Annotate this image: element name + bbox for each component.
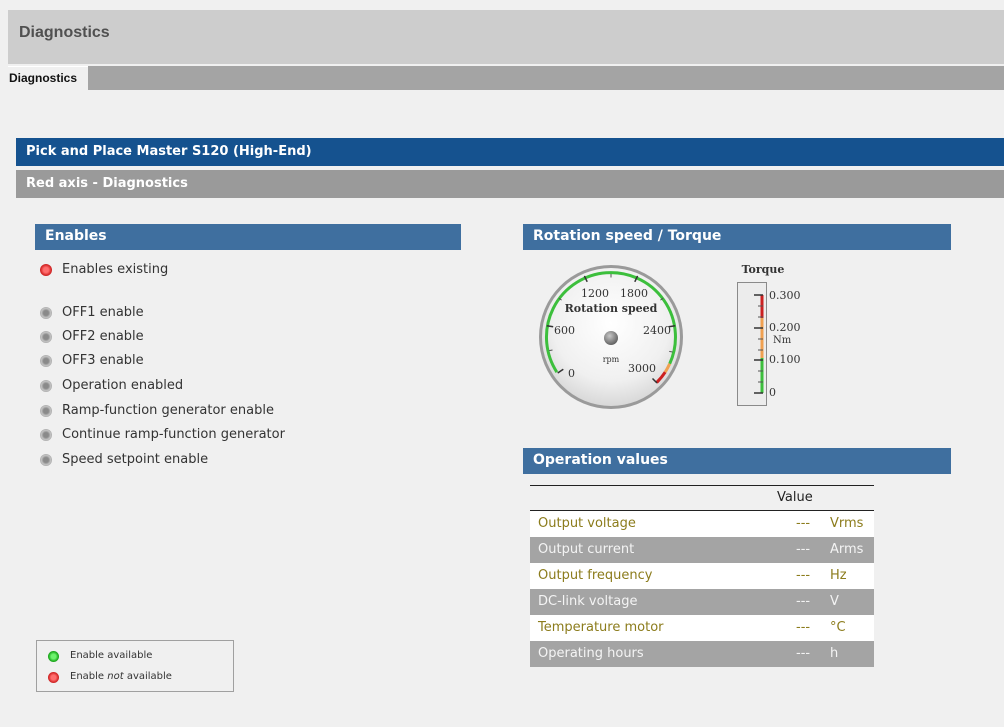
row-unit: °C	[830, 620, 846, 635]
legend-not-prefix: Enable	[70, 671, 108, 682]
table-row: Temperature motor --- °C	[530, 615, 874, 641]
row-name: Output frequency	[538, 568, 653, 583]
gauge-minor-tick	[549, 349, 553, 352]
ramp-generator-enable-label: Ramp-function generator enable	[62, 403, 274, 418]
legend-not-available-label: Enable not available	[70, 671, 172, 682]
gauge-unit: rpm	[603, 355, 620, 364]
legend-not-word: not	[107, 671, 124, 682]
device-title: Pick and Place Master S120 (High-End)	[16, 138, 1004, 166]
torque-title: Torque	[742, 263, 785, 276]
row-value: ---	[796, 542, 811, 557]
row-value: ---	[796, 568, 811, 583]
table-row: Operating hours --- h	[530, 641, 874, 667]
value-column-header: Value	[777, 490, 813, 505]
row-unit: Hz	[830, 568, 847, 583]
row-name: Temperature motor	[538, 620, 664, 635]
row-unit: V	[830, 594, 839, 609]
row-value: ---	[796, 594, 811, 609]
continue-ramp-generator-led	[40, 429, 52, 441]
off1-enable-led	[40, 307, 52, 319]
rotation-torque-heading: Rotation speed / Torque	[523, 224, 951, 250]
row-name: Output current	[538, 542, 635, 557]
table-row: Output current --- Arms	[530, 537, 874, 563]
torque-gauge: Torque 0.300 0.200 Nm 0.100 0	[737, 263, 801, 406]
legend-available-led	[48, 651, 59, 662]
torque-tick-label-0: 0	[769, 386, 776, 399]
speed-setpoint-enable-led	[40, 454, 52, 466]
legend-available-label: Enable available	[70, 650, 153, 661]
off3-enable-led	[40, 355, 52, 367]
row-unit: Arms	[830, 542, 864, 557]
torque-tick-label-0100: 0.100	[769, 353, 801, 366]
enables-existing-led	[40, 264, 52, 276]
gauge-tick-label-1800: 1800	[620, 287, 648, 300]
operation-enabled-label: Operation enabled	[62, 378, 184, 393]
row-unit: h	[830, 646, 839, 661]
row-name: DC-link voltage	[538, 594, 638, 609]
row-name: Output voltage	[538, 516, 636, 531]
legend-not-suffix: available	[123, 671, 172, 682]
gauge-hub	[604, 331, 618, 345]
continue-ramp-generator-label: Continue ramp-function generator	[62, 427, 285, 442]
operation-values-table: Value Output voltage --- Vrms Output cur…	[530, 485, 874, 667]
off3-enable-label: OFF3 enable	[62, 353, 144, 368]
speed-setpoint-enable-label: Speed setpoint enable	[62, 452, 209, 467]
operation-values-heading: Operation values	[523, 448, 951, 474]
torque-tick-label-0200: 0.200	[769, 321, 801, 334]
gauge-tick-label-600: 600	[554, 324, 575, 337]
gauge-tick-label-3000: 3000	[628, 362, 656, 375]
row-name: Operating hours	[538, 646, 644, 661]
top-bar: Diagnostics	[8, 10, 1004, 64]
operation-values-header: Value	[530, 485, 874, 511]
operation-enabled-led	[40, 380, 52, 392]
table-row: Output voltage --- Vrms	[530, 511, 874, 537]
gauge-title: Rotation speed	[565, 302, 658, 315]
torque-unit: Nm	[773, 335, 792, 346]
axis-title: Red axis - Diagnostics	[16, 170, 1004, 198]
legend-box: Enable available Enable not available	[36, 640, 234, 692]
enables-existing-label: Enables existing	[62, 262, 169, 277]
gauge-tick-label-0: 0	[568, 367, 575, 380]
torque-tick-label-0300: 0.300	[769, 289, 801, 302]
table-row: Output frequency --- Hz	[530, 563, 874, 589]
rotation-speed-gauge: 1200 1800 Rotation speed 600 2400 rpm 30…	[539, 265, 683, 409]
legend-not-available-led	[48, 672, 59, 683]
gauge-tick-label-1200: 1200	[581, 287, 609, 300]
row-unit: Vrms	[830, 516, 864, 531]
ramp-generator-enable-led	[40, 405, 52, 417]
row-value: ---	[796, 646, 811, 661]
tab-strip: Diagnostics	[8, 66, 1004, 90]
off2-enable-led	[40, 331, 52, 343]
off1-enable-label: OFF1 enable	[62, 305, 144, 320]
tab-diagnostics[interactable]: Diagnostics	[8, 66, 88, 90]
row-value: ---	[796, 620, 811, 635]
off2-enable-label: OFF2 enable	[62, 329, 144, 344]
row-value: ---	[796, 516, 811, 531]
page-title: Diagnostics	[19, 24, 110, 41]
enables-heading: Enables	[35, 224, 461, 250]
gauge-minor-tick	[669, 350, 673, 353]
gauge-tick-label-2400: 2400	[643, 324, 671, 337]
table-row: DC-link voltage --- V	[530, 589, 874, 615]
